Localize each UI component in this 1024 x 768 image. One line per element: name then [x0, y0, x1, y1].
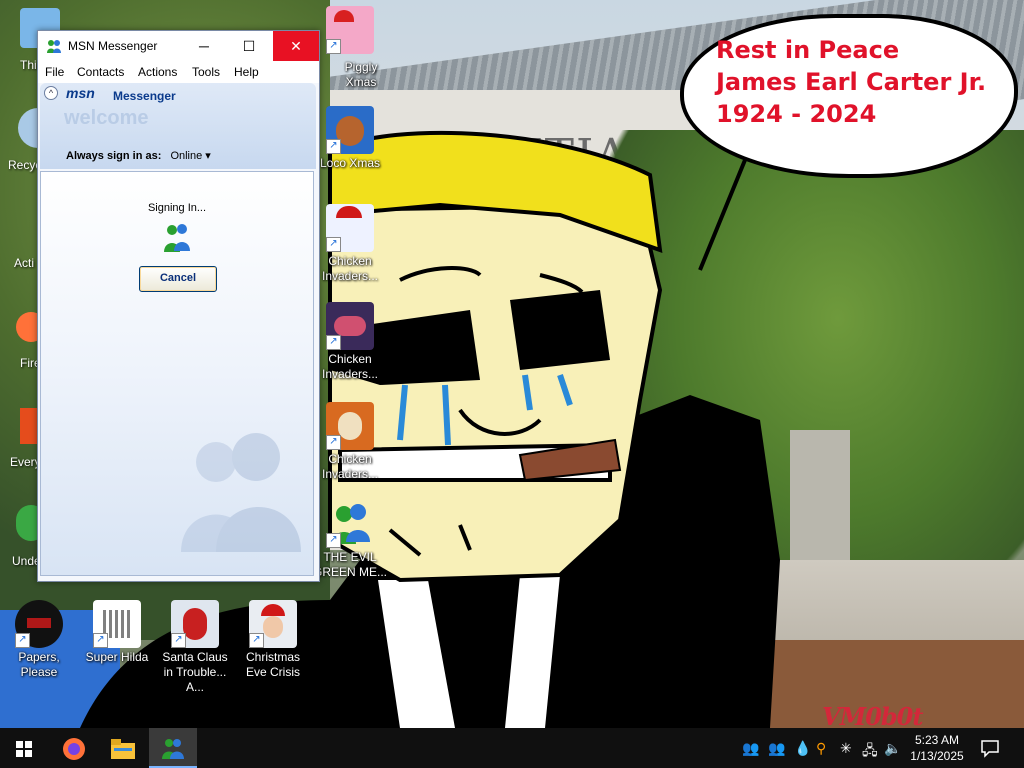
signing-in-text: Signing In... — [147, 202, 207, 214]
window-title: MSN Messenger — [68, 39, 158, 53]
taskbar-file-explorer[interactable] — [99, 728, 147, 768]
icon-label: Loco Xmas — [319, 156, 381, 170]
messenger-word: Messenger — [113, 89, 176, 103]
icon-label: Chicken Invaders... — [321, 452, 379, 481]
notification-icon — [981, 740, 999, 758]
bubble-line-1: Rest in Peace — [716, 36, 900, 64]
tray-msn-icon-1[interactable]: 👥 — [742, 740, 759, 757]
desktop-icon-santa-claus-in-trouble[interactable]: ↗ Santa Claus in Trouble... A... — [156, 600, 234, 695]
desktop-icon-chicken-invaders-3[interactable]: ↗ Chicken Invaders... — [311, 402, 389, 482]
hilda-icon: ↗ — [93, 600, 141, 648]
chicken-santa-icon: ↗ — [326, 204, 374, 252]
bubble-line-3: 1924 - 2024 — [716, 100, 877, 128]
title-bar[interactable]: MSN Messenger ─ ☐ ✕ — [38, 31, 319, 61]
msn-app-icon — [46, 39, 62, 53]
bubble-line-2: James Earl Carter Jr. — [716, 68, 987, 96]
icon-label: Chicken Invaders... — [321, 352, 379, 381]
bear-santa-icon: ↗ — [326, 106, 374, 154]
taskbar-msn-messenger[interactable] — [149, 728, 197, 768]
menu-bar: File Contacts Actions Tools Help — [38, 61, 319, 83]
menu-actions[interactable]: Actions — [138, 65, 177, 79]
desktop-icon-chicken-invaders-1[interactable]: ↗ Chicken Invaders... — [311, 204, 389, 284]
msn-logo: msn — [66, 85, 95, 101]
tray-drop-icon[interactable]: 💧 — [794, 740, 811, 757]
menu-contacts[interactable]: Contacts — [77, 65, 124, 79]
file-explorer-icon — [111, 738, 135, 759]
icon-label: Super Hilda — [85, 650, 149, 664]
desktop-icon-papers-please[interactable]: ↗ Papers, Please — [0, 600, 78, 680]
maximize-button[interactable]: ☐ — [226, 31, 272, 61]
msn-header: ^ msn Messenger welcome Always sign in a… — [40, 83, 316, 169]
desktop-icon-loco-xmas[interactable]: ↗ Loco Xmas — [311, 106, 389, 171]
desktop-icon-chicken-invaders-2[interactable]: ↗ Chicken Invaders... — [311, 302, 389, 382]
partial-label: Acti — [14, 256, 35, 270]
icon-label: Chicken Invaders... — [321, 254, 379, 283]
clock[interactable]: 5:23 AM 1/13/2025 — [906, 732, 968, 764]
tray-search-icon[interactable]: ⚲ — [816, 740, 826, 757]
msn-buddy-icon: ↗ — [326, 500, 374, 548]
tray-snowflake-icon[interactable]: ✳ — [840, 740, 852, 757]
icon-label: Piggly Xmas — [344, 60, 378, 89]
icon-label: Christmas Eve Crisis — [245, 650, 300, 679]
tray-msn-icon-2[interactable]: 👥 — [768, 740, 785, 757]
start-button[interactable] — [0, 728, 48, 768]
notification-center[interactable] — [980, 738, 1000, 758]
sign-in-panel: Signing In... Cancel — [40, 171, 314, 576]
watermark: VM0b0t — [822, 702, 923, 728]
christmas-crisis-icon: ↗ — [249, 600, 297, 648]
network-icon[interactable]: 🖧 — [862, 740, 878, 764]
msn-messenger-icon — [162, 738, 184, 759]
close-button[interactable]: ✕ — [273, 31, 319, 61]
menu-tools[interactable]: Tools — [192, 65, 220, 79]
welcome-text: welcome — [64, 107, 149, 129]
minimize-button[interactable]: ─ — [181, 31, 227, 61]
sign-in-status-row: Always sign in as: Online ▾ — [66, 149, 211, 162]
taskbar: 👥 👥 💧 ⚲ ✳ 🖧 🔈 5:23 AM 1/13/2025 — [0, 728, 1024, 768]
firefox-icon — [63, 737, 85, 760]
speech-bubble-text: Rest in Peace James Earl Carter Jr. 1924… — [716, 34, 1006, 130]
msn-watermark-icon — [171, 422, 311, 562]
msn-messenger-window[interactable]: MSN Messenger ─ ☐ ✕ File Contacts Action… — [37, 30, 320, 582]
status-dropdown[interactable]: Online ▾ — [170, 150, 210, 162]
desktop-icon-super-hilda[interactable]: ↗ Super Hilda — [78, 600, 156, 665]
menu-file[interactable]: File — [45, 65, 64, 79]
msn-buddy-icon — [163, 222, 191, 254]
icon-label: THE EVIL GREEN ME... — [312, 550, 387, 579]
chicken-turkey-icon: ↗ — [326, 402, 374, 450]
volume-icon[interactable]: 🔈 — [884, 740, 901, 757]
start-icon — [16, 740, 32, 757]
desktop-icon-piggly-xmas[interactable]: ↗ Piggly Xmas — [311, 6, 389, 89]
pig-santa-icon: ↗ — [326, 6, 374, 54]
clock-time: 5:23 AM — [914, 733, 960, 747]
desktop-icon-christmas-eve-crisis[interactable]: ↗ Christmas Eve Crisis — [234, 600, 312, 680]
clock-date: 1/13/2025 — [910, 749, 964, 763]
desktop-icon-evil-green-me[interactable]: ↗ THE EVIL GREEN ME... — [311, 500, 389, 580]
cancel-button[interactable]: Cancel — [139, 266, 217, 292]
sign-in-label: Always sign in as: — [66, 150, 162, 162]
status-value: Online — [170, 150, 203, 162]
santa-trouble-icon: ↗ — [171, 600, 219, 648]
papers-please-icon: ↗ — [15, 600, 63, 648]
collapse-icon[interactable]: ^ — [44, 86, 58, 100]
icon-label: Papers, Please — [18, 650, 60, 679]
chicken-spaceship-icon: ↗ — [326, 302, 374, 350]
chevron-down-icon: ▾ — [205, 150, 211, 162]
icon-label: Santa Claus in Trouble... A... — [162, 650, 228, 694]
taskbar-firefox[interactable] — [50, 728, 98, 768]
menu-help[interactable]: Help — [234, 65, 259, 79]
